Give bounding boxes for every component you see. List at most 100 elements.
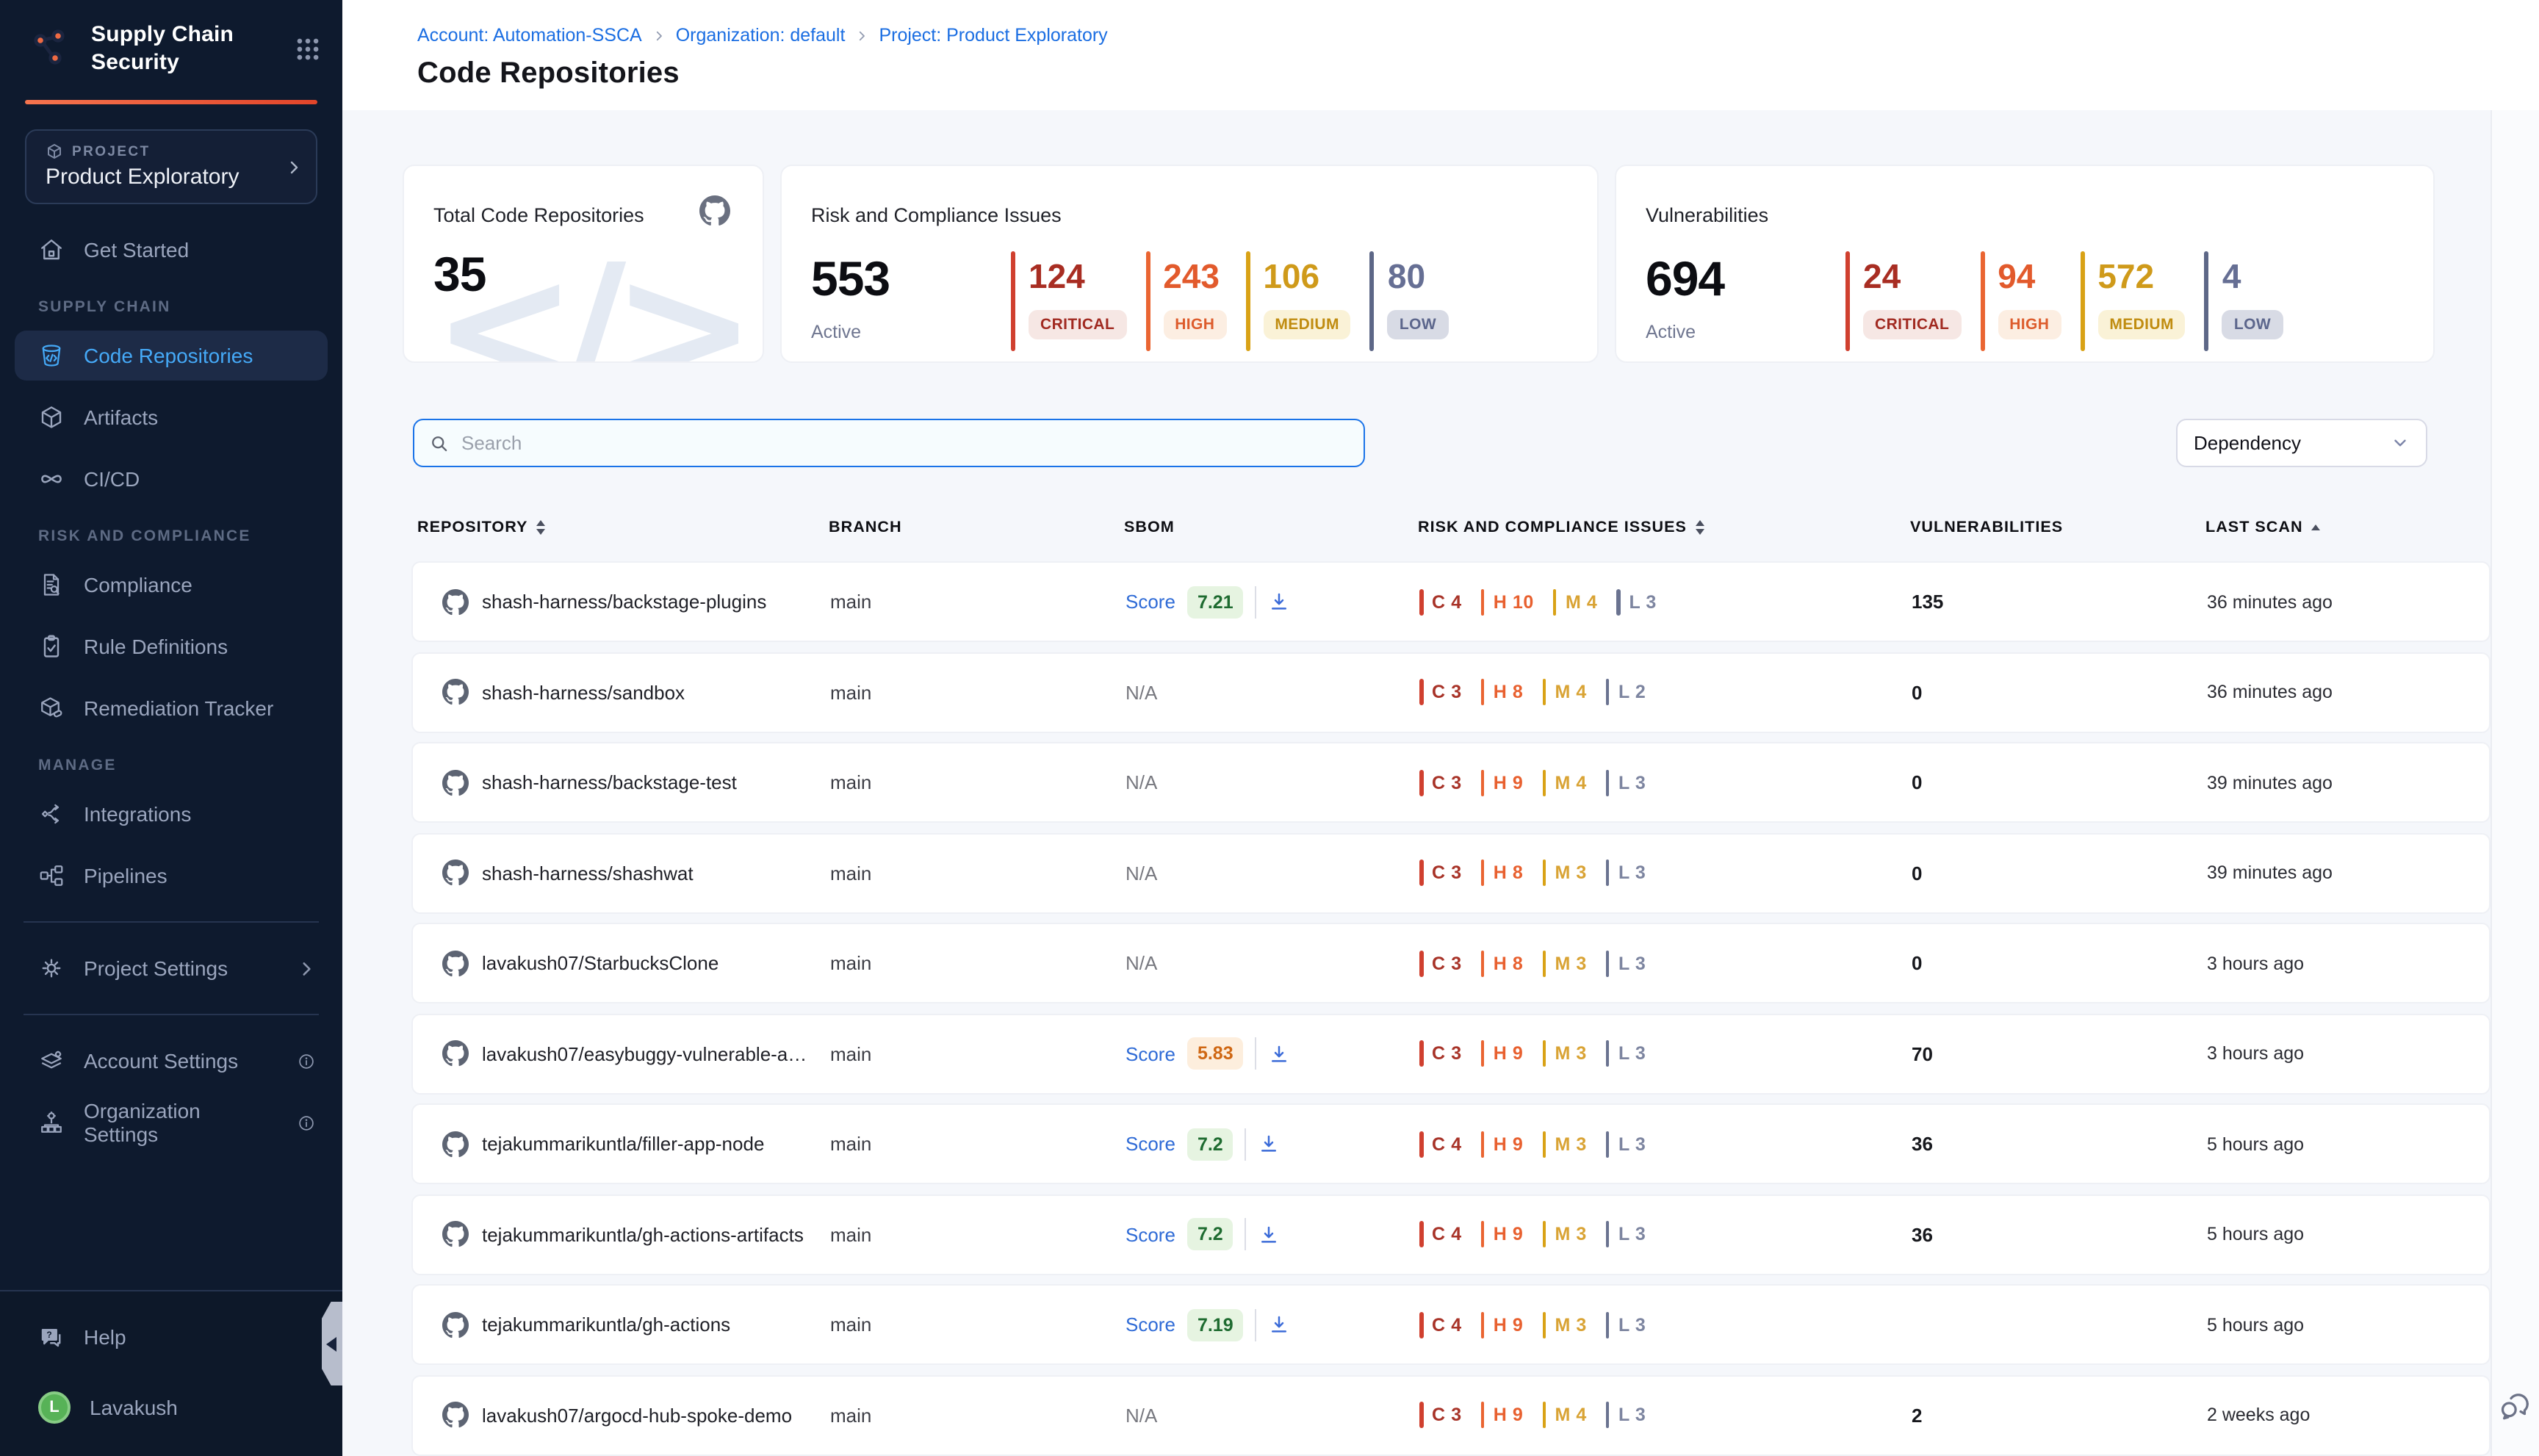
sidebar-item-account-settings[interactable]: Account Settings [0, 1036, 342, 1086]
home-icon [38, 237, 65, 263]
risk-issues: C 4H 9M 3L 3 [1419, 1311, 1912, 1338]
download-sbom-icon[interactable] [1269, 591, 1291, 613]
last-scan: 5 hours ago [2207, 1314, 2489, 1335]
sbom-score-badge: 7.21 [1187, 585, 1244, 618]
sidebar-item-help[interactable]: Help [0, 1312, 342, 1362]
table-row[interactable]: tejakummarikuntla/gh-actions main Score7… [411, 1284, 2491, 1365]
divider [24, 921, 319, 923]
search-box [413, 419, 1365, 467]
breadcrumb-account-link[interactable]: Account: Automation-SSCA [417, 25, 642, 46]
info-icon[interactable] [297, 1113, 316, 1132]
project-name: Product Exploratory [46, 165, 278, 190]
vulnerability-count: 36 [1912, 1223, 2207, 1245]
user-menu[interactable]: L Lavakush [0, 1383, 342, 1432]
breadcrumb-project-link[interactable]: Project: Product Exploratory [879, 25, 1107, 46]
vulnerability-count: 0 [1912, 771, 2207, 793]
sidebar-header: Supply Chain Security [0, 0, 342, 97]
chevron-right-icon [285, 158, 303, 176]
branch: main [830, 1042, 1126, 1064]
score-label: Score [1126, 1133, 1175, 1155]
sidebar-item-cicd[interactable]: CI/CD [0, 454, 342, 504]
column-header-repository[interactable]: REPOSITORY [411, 519, 829, 536]
document-search-icon [38, 572, 65, 598]
download-sbom-icon[interactable] [1258, 1223, 1281, 1245]
column-header-risk[interactable]: RISK AND COMPLIANCE ISSUES [1418, 519, 1910, 536]
collapse-arrow-icon [325, 1336, 336, 1351]
project-selector[interactable]: PROJECT Product Exploratory [25, 129, 317, 204]
github-icon [442, 1311, 469, 1338]
sidebar-item-compliance[interactable]: Compliance [0, 560, 342, 610]
sidebar-nav: Get Started SUPPLY CHAIN Code Repositori… [0, 225, 342, 1159]
score-label: Score [1126, 591, 1175, 613]
severity-critical: 24CRITICAL [1845, 251, 1961, 351]
sidebar-item-remediation-tracker[interactable]: Remediation Tracker [0, 683, 342, 733]
repository-name: tejakummarikuntla/gh-actions-artifacts [482, 1223, 818, 1245]
sidebar-item-artifacts[interactable]: Artifacts [0, 392, 342, 442]
branch: main [830, 952, 1126, 974]
vulnerability-count: 0 [1912, 862, 2207, 884]
table-row[interactable]: lavakush07/easybuggy-vulnerable-app... m… [411, 1013, 2491, 1094]
table-row[interactable]: shash-harness/shashwat main N/A C 3H 8M … [411, 832, 2491, 913]
sidebar-item-pipelines[interactable]: Pipelines [0, 851, 342, 901]
repository-name: lavakush07/easybuggy-vulnerable-app... [482, 1042, 830, 1064]
vulnerability-count: 2 [1912, 1404, 2207, 1426]
section-label-supply-chain: SUPPLY CHAIN [38, 298, 342, 316]
score-label: Score [1126, 1313, 1175, 1336]
breadcrumb: Account: Automation-SSCA Organization: d… [417, 25, 2539, 46]
chevron-down-icon [2391, 433, 2410, 453]
sidebar-collapse-handle[interactable] [322, 1302, 342, 1385]
risk-issues-value: 553 [811, 251, 1011, 307]
app-window: Supply Chain Security PROJECT Product Ex… [0, 0, 2539, 1456]
repository-name: tejakummarikuntla/filler-app-node [482, 1133, 779, 1155]
download-sbom-icon[interactable] [1258, 1133, 1281, 1155]
last-scan: 3 hours ago [2207, 1043, 2489, 1064]
card-risk-compliance-issues: Risk and Compliance Issues 553 Active 12… [780, 165, 1599, 363]
table-row[interactable]: tejakummarikuntla/filler-app-node main S… [411, 1103, 2491, 1184]
risk-issues: C 3H 9M 4L 3 [1419, 1402, 1912, 1428]
table-row[interactable]: lavakush07/argocd-hub-spoke-demo main N/… [411, 1374, 2491, 1455]
sidebar-item-integrations[interactable]: Integrations [0, 789, 342, 839]
repository-name: lavakush07/argocd-hub-spoke-demo [482, 1404, 807, 1426]
vulnerability-count: 0 [1912, 952, 2207, 974]
table-row[interactable]: shash-harness/sandbox main N/A C 3H 8M 4… [411, 652, 2491, 732]
table-row[interactable]: tejakummarikuntla/gh-actions-artifacts m… [411, 1194, 2491, 1275]
sidebar-item-code-repositories[interactable]: Code Repositories [15, 331, 328, 381]
risk-issues: C 4H 9M 3L 3 [1419, 1221, 1912, 1247]
table-row[interactable]: shash-harness/backstage-plugins main Sco… [411, 561, 2491, 642]
sbom-na: N/A [1126, 862, 1157, 884]
sort-icons [1696, 520, 1704, 535]
repository-name: shash-harness/sandbox [482, 681, 699, 703]
column-header-last-scan[interactable]: LAST SCAN [2205, 519, 2491, 536]
project-label: PROJECT [72, 143, 151, 159]
chevron-right-icon [855, 29, 868, 42]
avatar: L [38, 1391, 71, 1424]
repository-name: shash-harness/shashwat [482, 862, 708, 884]
chevron-right-icon [652, 29, 666, 42]
download-sbom-icon[interactable] [1269, 1042, 1291, 1064]
table-row[interactable]: shash-harness/backstage-test main N/A C … [411, 742, 2491, 823]
support-chat-icon[interactable] [2498, 1390, 2532, 1424]
severity-low: 80LOW [1370, 251, 1448, 351]
table-row[interactable]: lavakush07/StarbucksClone main N/A C 3H … [411, 923, 2491, 1003]
search-input[interactable] [461, 432, 1349, 454]
user-name: Lavakush [90, 1396, 178, 1419]
sidebar-item-project-settings[interactable]: Project Settings [0, 943, 342, 993]
sbom-score-badge: 7.2 [1187, 1128, 1234, 1160]
module-switcher-grid-icon[interactable] [294, 35, 322, 63]
sidebar-item-organization-settings[interactable]: Organization Settings [0, 1098, 342, 1147]
column-header-sbom: SBOM [1124, 519, 1418, 536]
risk-issues: C 3H 8M 3L 3 [1419, 859, 1912, 886]
dependency-filter-dropdown[interactable]: Dependency [2176, 419, 2427, 467]
vulnerabilities-value: 694 [1646, 251, 1845, 307]
sidebar-item-get-started[interactable]: Get Started [0, 225, 342, 275]
severity-high: 94HIGH [1980, 251, 2061, 351]
download-sbom-icon[interactable] [1269, 1313, 1291, 1336]
code-repository-icon [38, 342, 65, 369]
info-icon[interactable] [297, 1051, 316, 1070]
branch: main [830, 681, 1126, 703]
risk-issues: C 3H 8M 3L 3 [1419, 950, 1912, 976]
breadcrumb-organization-link[interactable]: Organization: default [676, 25, 846, 46]
sidebar-item-rule-definitions[interactable]: Rule Definitions [0, 621, 342, 671]
repository-table: shash-harness/backstage-plugins main Sco… [411, 561, 2491, 1456]
branch: main [830, 1313, 1126, 1336]
